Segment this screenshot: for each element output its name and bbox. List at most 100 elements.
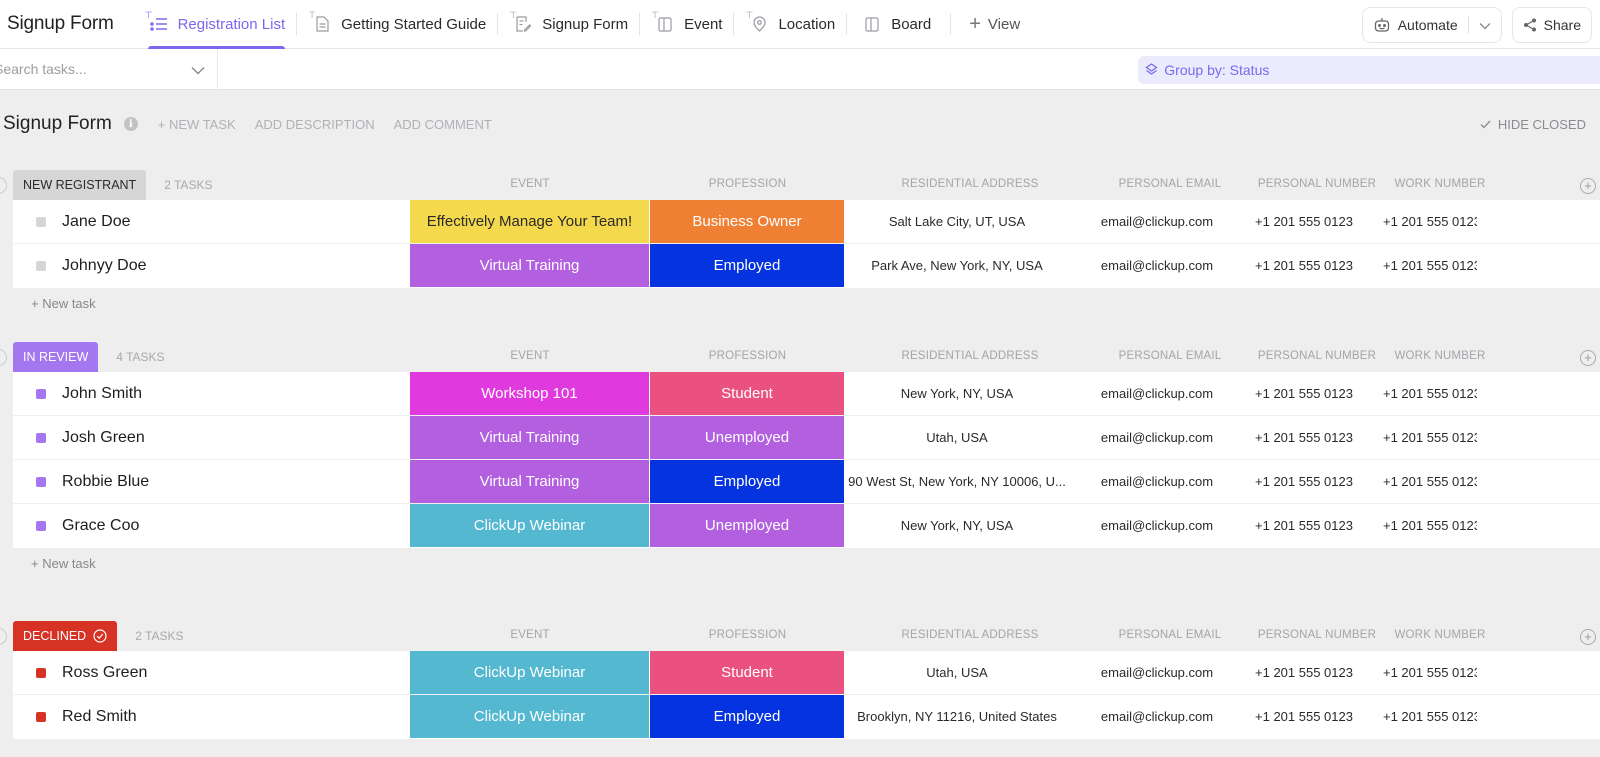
task-row[interactable]: Ross Green ClickUp Webinar Student Utah, US… [13, 651, 1600, 695]
task-name[interactable]: John Smith [62, 385, 142, 403]
collapse-toggle-icon[interactable] [0, 628, 7, 645]
personal-number-cell[interactable]: +1 201 555 0123 [1244, 214, 1364, 229]
column-header-event[interactable]: EVENT [410, 178, 650, 190]
add-view-button[interactable]: + View [969, 13, 1020, 36]
profession-cell[interactable]: Employed [650, 244, 845, 287]
task-row[interactable]: Red Smith ClickUp Webinar Employed Brooklyn… [13, 695, 1600, 739]
task-name[interactable]: Josh Green [62, 429, 145, 447]
add-description-button[interactable]: ADD DESCRIPTION [255, 117, 375, 132]
personal-number-cell[interactable]: +1 201 555 0123 [1244, 386, 1364, 401]
add-comment-button[interactable]: ADD COMMENT [394, 117, 492, 132]
collapse-toggle-icon[interactable] [0, 349, 7, 366]
address-cell[interactable]: Utah, USA [843, 430, 1071, 445]
status-square-icon[interactable] [36, 477, 46, 487]
tab-event[interactable]: ⊤ Event [640, 0, 733, 49]
email-cell[interactable]: email@clickup.com [1087, 386, 1227, 401]
profession-cell[interactable]: Business Owner [650, 200, 845, 243]
email-cell[interactable]: email@clickup.com [1087, 258, 1227, 273]
work-number-cell[interactable]: +1 201 555 0123 [1383, 665, 1477, 680]
task-row[interactable]: Grace Coo ClickUp Webinar Unemployed New Yo… [13, 504, 1600, 548]
address-cell[interactable]: New York, NY, USA [843, 518, 1071, 533]
event-cell[interactable]: ClickUp Webinar [410, 651, 650, 694]
task-name[interactable]: Red Smith [62, 708, 137, 726]
column-header-residential-address[interactable]: RESIDENTIAL ADDRESS [856, 629, 1084, 641]
email-cell[interactable]: email@clickup.com [1087, 709, 1227, 724]
task-name[interactable]: Ross Green [62, 664, 147, 682]
column-header-event[interactable]: EVENT [410, 350, 650, 362]
chevron-down-icon[interactable] [191, 62, 205, 80]
status-badge[interactable]: DECLINED [13, 621, 118, 651]
event-cell[interactable]: Virtual Training [410, 460, 650, 503]
column-header-residential-address[interactable]: RESIDENTIAL ADDRESS [856, 178, 1084, 190]
work-number-cell[interactable]: +1 201 555 0123 [1383, 474, 1477, 489]
status-badge[interactable]: NEW REGISTRANT [13, 170, 147, 200]
event-cell[interactable]: ClickUp Webinar [410, 504, 650, 547]
add-column-icon[interactable]: + [1580, 629, 1596, 645]
status-square-icon[interactable] [36, 433, 46, 443]
column-header-personal-email[interactable]: PERSONAL EMAIL [1100, 350, 1240, 362]
column-header-profession[interactable]: PROFESSION [650, 629, 845, 641]
status-square-icon[interactable] [36, 712, 46, 722]
task-name[interactable]: Grace Coo [62, 517, 139, 535]
column-header-personal-email[interactable]: PERSONAL EMAIL [1100, 629, 1240, 641]
column-header-work-number[interactable]: WORK NUMBER [1390, 178, 1490, 190]
status-square-icon[interactable] [36, 217, 46, 227]
work-number-cell[interactable]: +1 201 555 0123 [1383, 518, 1477, 533]
event-cell[interactable]: Virtual Training [410, 244, 650, 287]
task-row[interactable]: Robbie Blue Virtual Training Employed 90 We… [13, 460, 1600, 504]
task-row[interactable]: Johnyy Doe Virtual Training Employed Park A… [13, 244, 1600, 288]
status-square-icon[interactable] [36, 668, 46, 678]
column-header-personal-email[interactable]: PERSONAL EMAIL [1100, 178, 1240, 190]
work-number-cell[interactable]: +1 201 555 0123 [1383, 214, 1477, 229]
new-task-button[interactable]: + New task [31, 288, 1600, 319]
email-cell[interactable]: email@clickup.com [1087, 474, 1227, 489]
task-name[interactable]: Jane Doe [62, 213, 131, 231]
personal-number-cell[interactable]: +1 201 555 0123 [1244, 430, 1364, 445]
add-column-icon[interactable]: + [1580, 178, 1596, 194]
event-cell[interactable]: ClickUp Webinar [410, 695, 650, 738]
status-square-icon[interactable] [36, 389, 46, 399]
address-cell[interactable]: 90 West St, New York, NY 10006, U... [843, 474, 1071, 489]
personal-number-cell[interactable]: +1 201 555 0123 [1244, 709, 1364, 724]
tab-registration-list[interactable]: ⊤ Registration List [134, 0, 297, 49]
personal-number-cell[interactable]: +1 201 555 0123 [1244, 474, 1364, 489]
column-header-event[interactable]: EVENT [410, 629, 650, 641]
email-cell[interactable]: email@clickup.com [1087, 518, 1227, 533]
hide-closed-toggle[interactable]: HIDE CLOSED [1480, 117, 1586, 132]
email-cell[interactable]: email@clickup.com [1087, 214, 1227, 229]
profession-cell[interactable]: Student [650, 651, 845, 694]
event-cell[interactable]: Virtual Training [410, 416, 650, 459]
status-badge[interactable]: IN REVIEW [13, 342, 99, 372]
work-number-cell[interactable]: +1 201 555 0123 [1383, 709, 1477, 724]
tab-board[interactable]: Board [847, 0, 942, 49]
column-header-personal-number[interactable]: PERSONAL NUMBER [1257, 178, 1377, 190]
profession-cell[interactable]: Employed [650, 695, 845, 738]
share-button[interactable]: Share [1511, 6, 1592, 43]
status-square-icon[interactable] [36, 261, 46, 271]
column-header-personal-number[interactable]: PERSONAL NUMBER [1257, 350, 1377, 362]
task-row[interactable]: Josh Green Virtual Training Unemployed Utah… [13, 416, 1600, 460]
address-cell[interactable]: Brooklyn, NY 11216, United States [843, 709, 1071, 724]
task-row[interactable]: Jane Doe Effectively Manage Your Team! Bus… [13, 200, 1600, 244]
profession-cell[interactable]: Unemployed [650, 416, 845, 459]
address-cell[interactable]: New York, NY, USA [843, 386, 1071, 401]
profession-cell[interactable]: Student [650, 372, 845, 415]
event-cell[interactable]: Effectively Manage Your Team! [410, 200, 650, 243]
email-cell[interactable]: email@clickup.com [1087, 430, 1227, 445]
column-header-work-number[interactable]: WORK NUMBER [1390, 350, 1490, 362]
profession-cell[interactable]: Employed [650, 460, 845, 503]
chevron-down-icon[interactable] [1479, 17, 1491, 33]
task-name[interactable]: Johnyy Doe [62, 257, 147, 275]
info-icon[interactable]: i [123, 117, 138, 131]
address-cell[interactable]: Park Ave, New York, NY, USA [843, 258, 1071, 273]
column-header-personal-number[interactable]: PERSONAL NUMBER [1257, 629, 1377, 641]
column-header-profession[interactable]: PROFESSION [650, 350, 845, 362]
task-name[interactable]: Robbie Blue [62, 473, 149, 491]
personal-number-cell[interactable]: +1 201 555 0123 [1244, 518, 1364, 533]
work-number-cell[interactable]: +1 201 555 0123 [1383, 430, 1477, 445]
search-input[interactable] [0, 61, 174, 77]
column-header-work-number[interactable]: WORK NUMBER [1390, 629, 1490, 641]
tab-getting-started-guide[interactable]: ⊤ Getting Started Guide [297, 0, 497, 49]
email-cell[interactable]: email@clickup.com [1087, 665, 1227, 680]
collapse-toggle-icon[interactable] [0, 177, 7, 194]
